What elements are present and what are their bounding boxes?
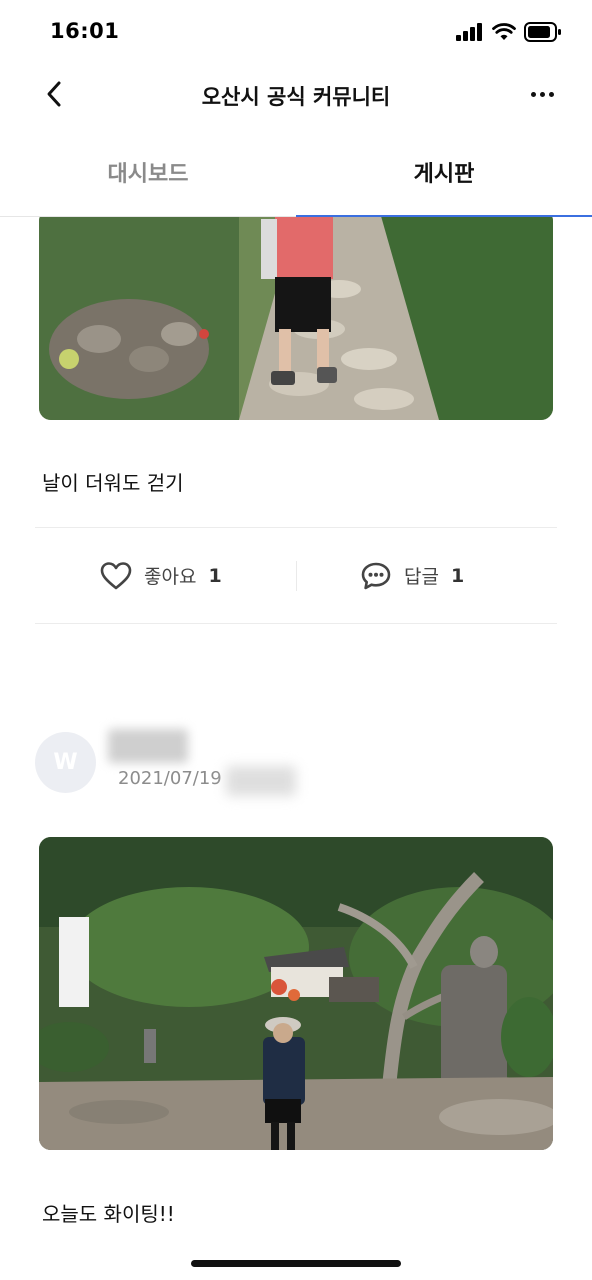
- signal-icon: [456, 23, 484, 45]
- like-label: 좋아요: [144, 566, 197, 588]
- like-button[interactable]: 좋아요 1: [100, 528, 222, 623]
- post-text: 날이 더워도 걷기: [42, 471, 184, 495]
- more-dot: [539, 91, 545, 97]
- battery-icon: [524, 22, 562, 46]
- tab-board[interactable]: 게시판: [296, 128, 592, 216]
- heart-icon: [100, 561, 132, 589]
- status-time: 16:01: [50, 19, 120, 43]
- tab-bar: 대시보드 게시판: [0, 128, 592, 217]
- page-title: 오산시 공식 커뮤니티: [201, 85, 391, 109]
- tab-dashboard[interactable]: 대시보드: [0, 128, 296, 216]
- post-photo[interactable]: [39, 837, 553, 1150]
- avatar[interactable]: W: [35, 732, 96, 793]
- post-actions: 좋아요 1 답글 1: [0, 528, 592, 623]
- divider: [35, 623, 557, 624]
- status-bar: 16:01: [0, 0, 592, 62]
- wifi-icon: [492, 23, 516, 45]
- post-date: 2021/07/19: [118, 768, 222, 789]
- home-indicator[interactable]: [191, 1260, 401, 1267]
- time-redacted: [226, 766, 296, 796]
- post-feed[interactable]: 날이 더워도 걷기 좋아요 1 답글 1 W 2021/07/19 오늘도 화이…: [0, 217, 592, 1280]
- like-count: 1: [208, 564, 222, 587]
- more-dot: [548, 91, 554, 97]
- comment-label: 답글: [404, 566, 439, 588]
- nav-bar: 오산시 공식 커뮤니티: [0, 62, 592, 128]
- post-photo[interactable]: [39, 217, 553, 420]
- more-horizontal-icon: [530, 91, 536, 97]
- comment-button[interactable]: 답글 1: [360, 528, 464, 623]
- status-icons: [456, 22, 562, 46]
- author-name-redacted: [108, 729, 188, 763]
- comment-icon: [361, 562, 391, 589]
- comment-count: 1: [450, 564, 465, 587]
- more-options-button[interactable]: [522, 76, 562, 112]
- post-text: 오늘도 화이팅!!: [42, 1202, 175, 1226]
- action-separator: [296, 561, 297, 591]
